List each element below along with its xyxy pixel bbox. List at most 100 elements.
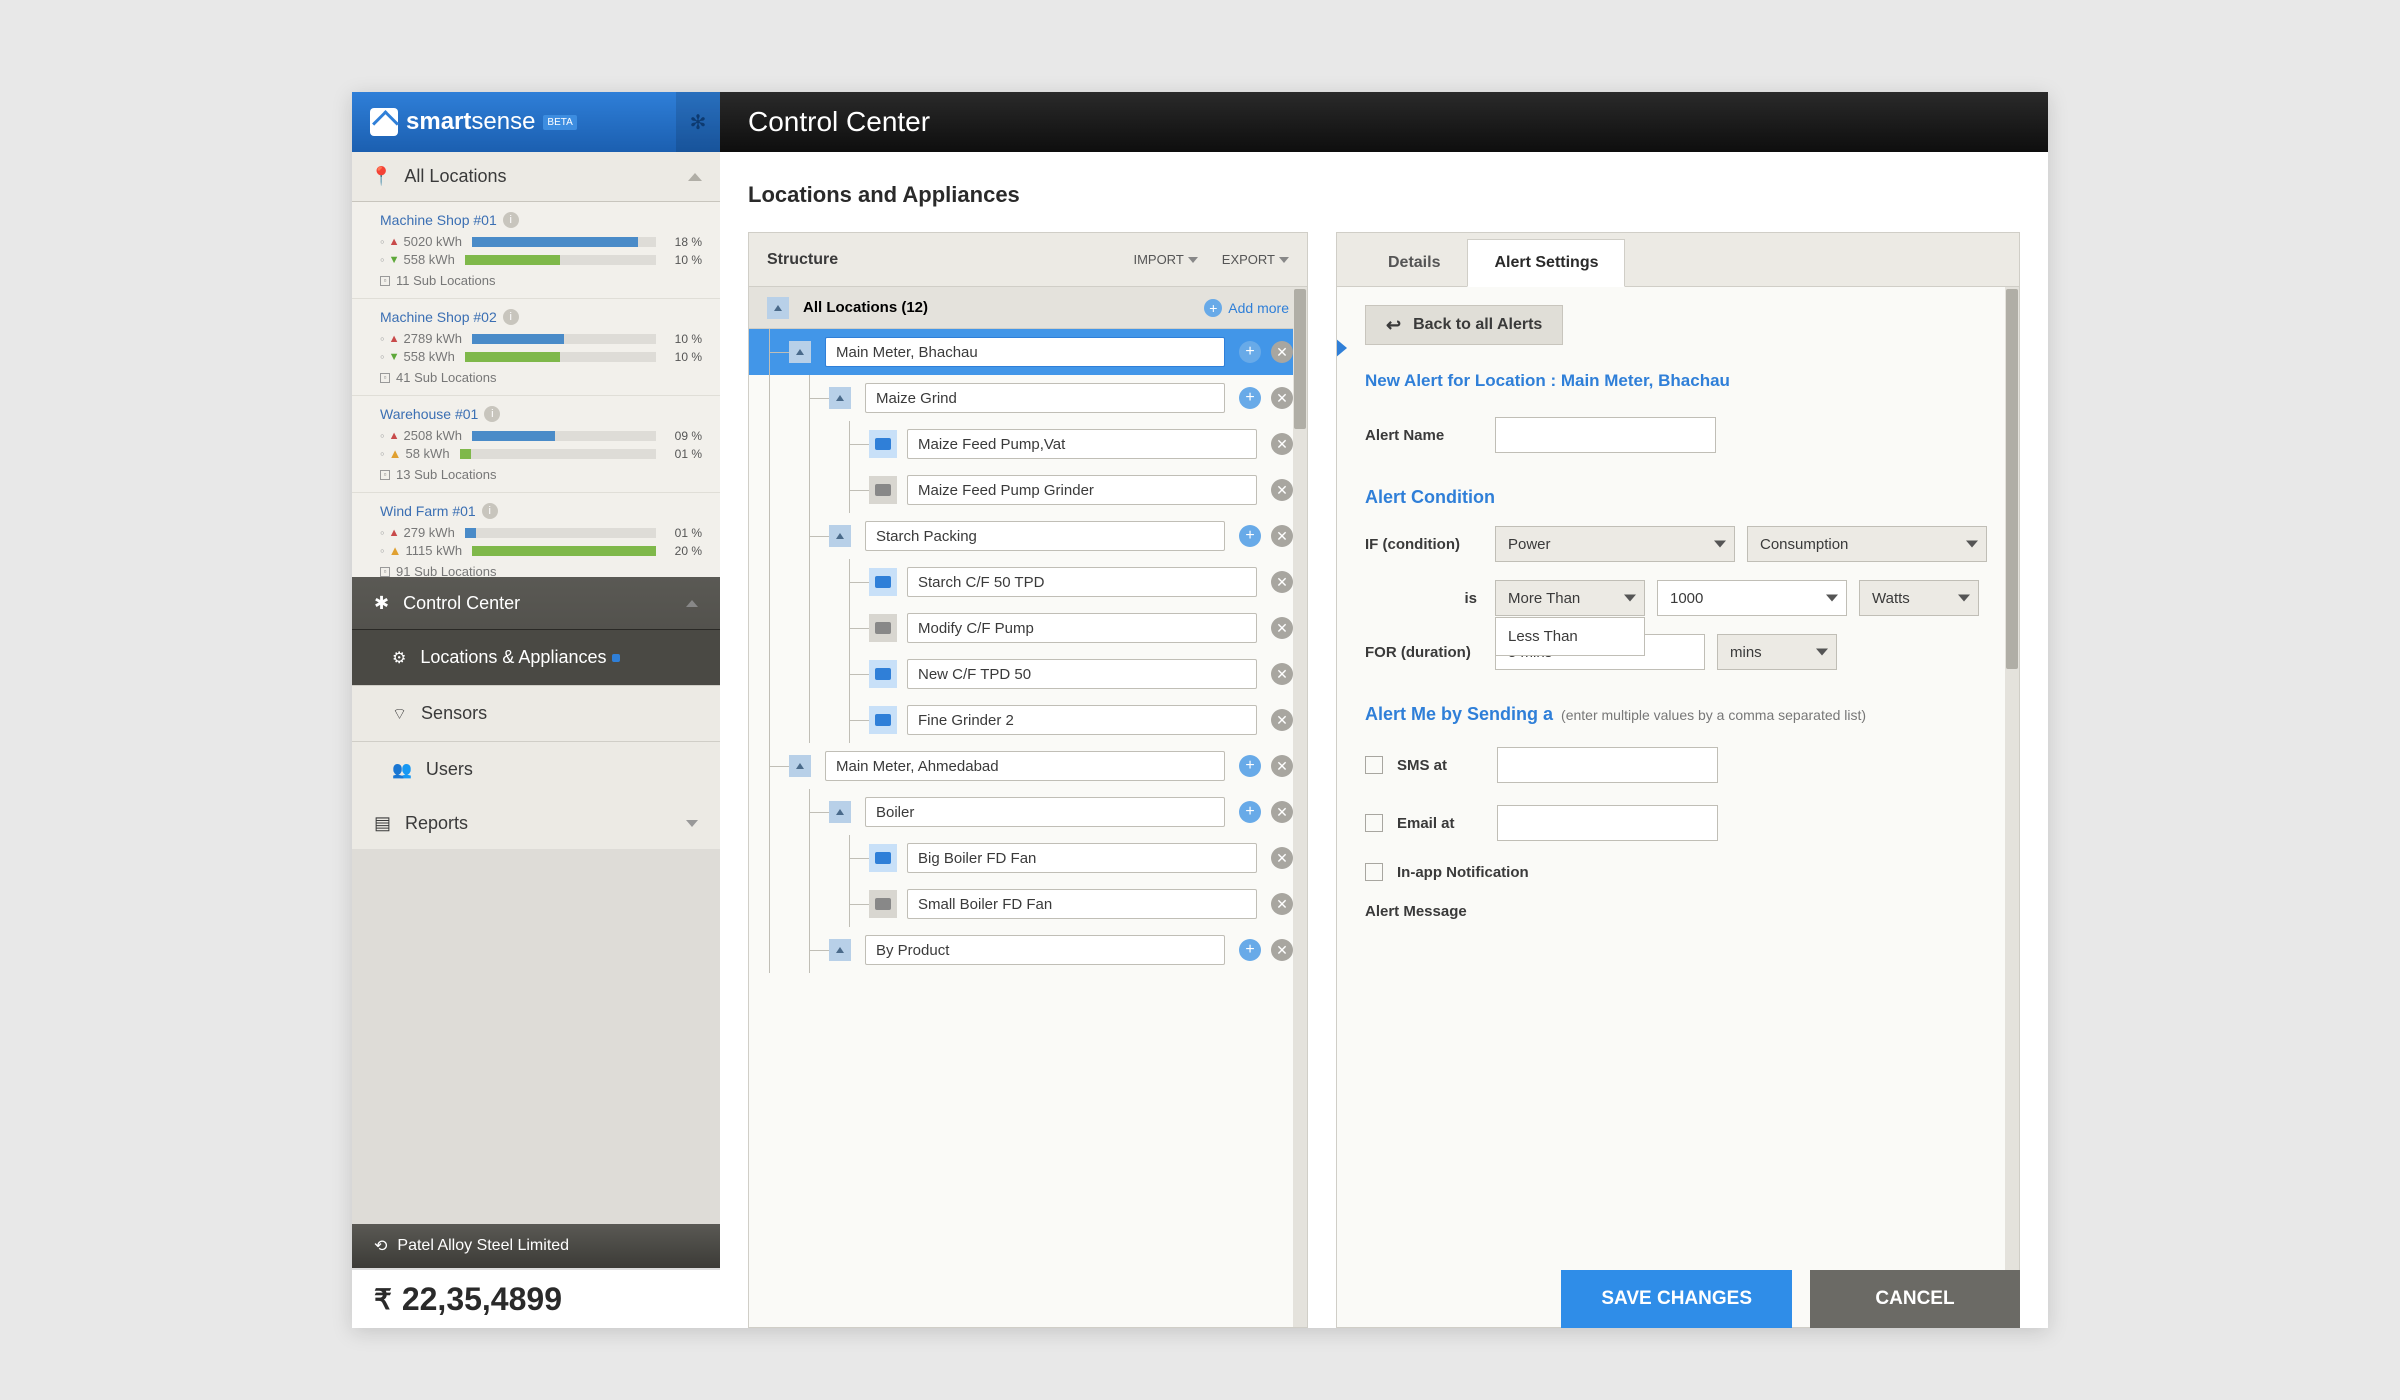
delete-node-button[interactable]: ✕ [1271, 847, 1293, 869]
delete-node-button[interactable]: ✕ [1271, 571, 1293, 593]
expand-icon[interactable] [829, 801, 851, 823]
node-name-input[interactable] [907, 889, 1257, 919]
tree-node[interactable]: +✕ [749, 927, 1307, 973]
tree-node[interactable]: ✕ [749, 881, 1307, 927]
tree-node[interactable]: +✕ [749, 375, 1307, 421]
node-name-input[interactable] [865, 935, 1225, 965]
delete-node-button[interactable]: ✕ [1271, 433, 1293, 455]
structure-panel: Structure IMPORT EXPORT All Locations (1… [748, 232, 1308, 1328]
save-button[interactable]: SAVE CHANGES [1561, 1270, 1792, 1328]
node-name-input[interactable] [907, 567, 1257, 597]
node-name-input[interactable] [907, 429, 1257, 459]
nav-reports-header[interactable]: ▤ Reports [352, 797, 720, 849]
location-block[interactable]: Warehouse #01i◦▲2508 kWh09 %◦▲58 kWh01 %… [352, 396, 720, 493]
node-name-input[interactable] [865, 797, 1225, 827]
inapp-checkbox[interactable] [1365, 863, 1383, 881]
tree-node[interactable]: ✕ [749, 651, 1307, 697]
add-child-button[interactable]: + [1239, 801, 1261, 823]
add-child-button[interactable]: + [1239, 939, 1261, 961]
export-button[interactable]: EXPORT [1222, 252, 1289, 267]
tree-node[interactable]: +✕ [749, 513, 1307, 559]
back-to-alerts-button[interactable]: ↩ Back to all Alerts [1365, 305, 1563, 345]
tree-node[interactable]: +✕ [749, 329, 1307, 375]
delete-node-button[interactable]: ✕ [1271, 801, 1293, 823]
delete-node-button[interactable]: ✕ [1271, 617, 1293, 639]
scrollbar[interactable] [2005, 287, 2019, 1327]
alert-name-input[interactable] [1495, 417, 1716, 453]
add-child-button[interactable]: + [1239, 755, 1261, 777]
tree-node[interactable]: +✕ [749, 789, 1307, 835]
tree-node[interactable]: ✕ [749, 559, 1307, 605]
cancel-button[interactable]: CANCEL [1810, 1270, 2020, 1328]
nodes-icon: ⚙ [392, 648, 406, 668]
delete-node-button[interactable]: ✕ [1271, 663, 1293, 685]
import-button[interactable]: IMPORT [1133, 252, 1197, 267]
sms-checkbox[interactable] [1365, 756, 1383, 774]
location-list[interactable]: Machine Shop #01i◦▲5020 kWh18 %◦▼558 kWh… [352, 202, 720, 577]
delete-node-button[interactable]: ✕ [1271, 387, 1293, 409]
delete-node-button[interactable]: ✕ [1271, 939, 1293, 961]
expand-icon[interactable] [829, 939, 851, 961]
delete-node-button[interactable]: ✕ [1271, 479, 1293, 501]
structure-tree[interactable]: All Locations (12) +Add more +✕+✕✕✕+✕✕✕✕… [749, 287, 1307, 1327]
tree-node[interactable]: ✕ [749, 697, 1307, 743]
location-block[interactable]: Machine Shop #01i◦▲5020 kWh18 %◦▼558 kWh… [352, 202, 720, 299]
email-checkbox[interactable] [1365, 814, 1383, 832]
condition-metric-select[interactable]: Power [1495, 526, 1735, 562]
add-more-button[interactable]: +Add more [1204, 299, 1289, 317]
scroll-thumb[interactable] [1294, 289, 1306, 429]
tree-node[interactable]: +✕ [749, 743, 1307, 789]
unit-select[interactable]: Watts [1859, 580, 1979, 616]
device-icon [869, 844, 897, 872]
node-name-input[interactable] [825, 751, 1225, 781]
company-bar[interactable]: ⟲ Patel Alloy Steel Limited [352, 1224, 720, 1268]
location-block[interactable]: Wind Farm #01i◦▲279 kWh01 %◦▲1115 kWh20 … [352, 493, 720, 577]
settings-gear-icon[interactable]: ✻ [676, 92, 720, 152]
add-child-button[interactable]: + [1239, 525, 1261, 547]
tree-node[interactable]: ✕ [749, 421, 1307, 467]
node-name-input[interactable] [907, 659, 1257, 689]
node-name-input[interactable] [907, 705, 1257, 735]
expand-icon[interactable] [789, 341, 811, 363]
delete-node-button[interactable]: ✕ [1271, 893, 1293, 915]
nav-users[interactable]: 👥 Users [352, 741, 720, 797]
sms-input[interactable] [1497, 747, 1718, 783]
if-label: IF (condition) [1365, 536, 1495, 553]
scrollbar[interactable] [1293, 287, 1307, 1327]
node-name-input[interactable] [907, 843, 1257, 873]
tree-node[interactable]: ✕ [749, 605, 1307, 651]
delete-node-button[interactable]: ✕ [1271, 525, 1293, 547]
delete-node-button[interactable]: ✕ [1271, 755, 1293, 777]
delete-node-button[interactable]: ✕ [1271, 341, 1293, 363]
comparator-select[interactable]: More Than Less Than [1495, 580, 1645, 616]
nav-locations-appliances[interactable]: ⚙ Locations & Appliances [352, 629, 720, 685]
node-name-input[interactable] [907, 613, 1257, 643]
delete-node-button[interactable]: ✕ [1271, 709, 1293, 731]
add-child-button[interactable]: + [1239, 387, 1261, 409]
node-name-input[interactable] [825, 337, 1225, 367]
scroll-thumb[interactable] [2006, 289, 2018, 669]
expand-icon[interactable] [829, 525, 851, 547]
tree-node[interactable]: ✕ [749, 467, 1307, 513]
tree-node[interactable]: ✕ [749, 835, 1307, 881]
dropdown-option-less-than[interactable]: Less Than [1496, 618, 1644, 655]
tab-details[interactable]: Details [1361, 239, 1467, 287]
node-name-input[interactable] [865, 383, 1225, 413]
threshold-input[interactable]: 1000 [1657, 580, 1847, 616]
location-block[interactable]: Machine Shop #02i◦▲2789 kWh10 %◦▼558 kWh… [352, 299, 720, 396]
email-input[interactable] [1497, 805, 1718, 841]
condition-type-select[interactable]: Consumption [1747, 526, 1987, 562]
add-child-button[interactable]: + [1239, 341, 1261, 363]
tree-root-row[interactable]: All Locations (12) +Add more [749, 287, 1307, 329]
node-name-input[interactable] [907, 475, 1257, 505]
expand-icon[interactable] [829, 387, 851, 409]
expand-icon[interactable] [789, 755, 811, 777]
nav-sensors[interactable]: ⌔ Sensors [352, 685, 720, 741]
tab-alert-settings[interactable]: Alert Settings [1467, 239, 1625, 287]
all-locations-header[interactable]: 📍 All Locations [352, 152, 720, 202]
duration-unit-select[interactable]: mins [1717, 634, 1837, 670]
alert-settings-body[interactable]: ↩ Back to all Alerts New Alert for Locat… [1337, 287, 2019, 1327]
node-name-input[interactable] [865, 521, 1225, 551]
nav-control-center-header[interactable]: ✱ Control Center [352, 577, 720, 629]
expand-icon[interactable] [767, 297, 789, 319]
